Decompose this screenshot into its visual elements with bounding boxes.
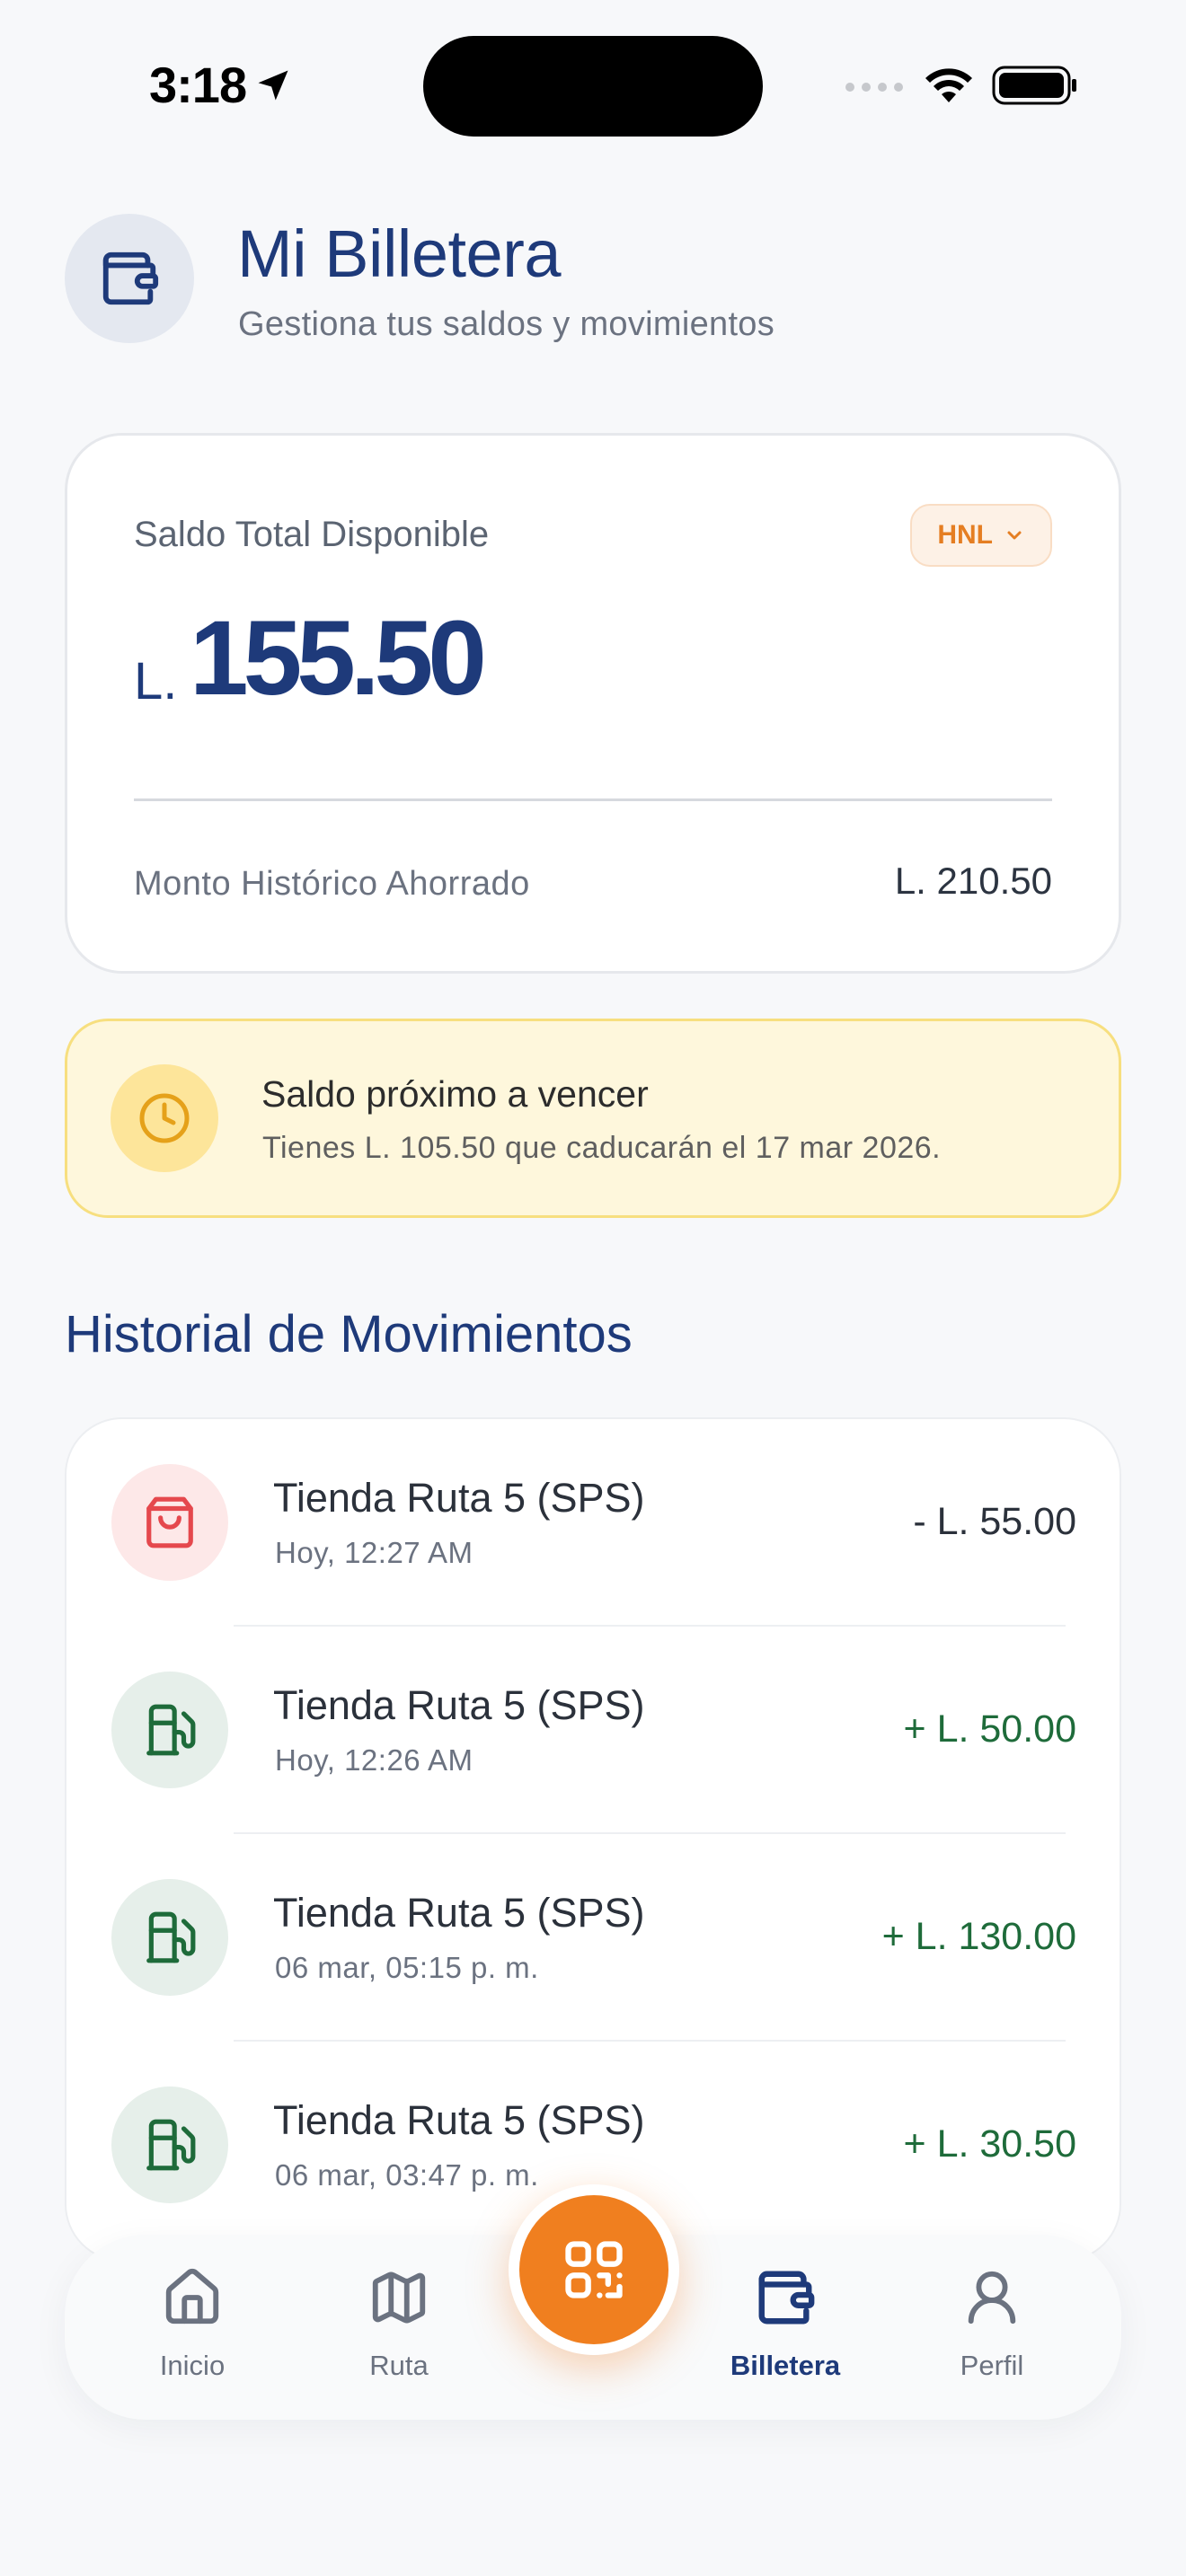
transaction-row[interactable]: Tienda Ruta 5 (SPS) 06 mar, 05:15 p. m. … (66, 1834, 1120, 2042)
status-bar-time: 3:18 (149, 56, 293, 114)
nav-item-ruta[interactable]: Ruta (309, 2262, 489, 2382)
wallet-screen: 3:18 Mi Billetera Gestiona tus saldos y … (0, 0, 1186, 2576)
balance-card: Saldo Total Disponible HNL L. 155.50 Mon… (65, 433, 1121, 974)
expiry-warning-banner[interactable]: Saldo próximo a vencer Tienes L. 105.50 … (65, 1019, 1121, 1218)
nav-label: Perfil (960, 2350, 1024, 2381)
nav-icon-wrap (695, 2262, 875, 2333)
scan-qr-button[interactable] (509, 2184, 679, 2355)
nav-item-inicio[interactable]: Inicio (102, 2262, 282, 2382)
history-saved-label: Monto Histórico Ahorrado (134, 865, 530, 903)
transaction-date: 06 mar, 03:47 p. m. (275, 2158, 539, 2192)
expiry-text: Tienes L. 105.50 que caducarán el 17 mar… (262, 1131, 942, 1165)
wallet-icon (758, 2271, 815, 2325)
home-icon (165, 2268, 219, 2325)
location-arrow-icon (258, 70, 288, 100)
transaction-icon-badge (111, 2086, 228, 2203)
transaction-date: 06 mar, 05:15 p. m. (275, 1951, 539, 1984)
nav-icon-wrap (102, 2262, 282, 2333)
chevron-down-icon (1007, 531, 1022, 540)
page-subtitle: Gestiona tus saldos y movimientos (238, 305, 775, 343)
status-time-text: 3:18 (149, 57, 247, 113)
transaction-date: Hoy, 12:27 AM (275, 1536, 474, 1569)
nav-icon-wrap (902, 2262, 1082, 2333)
transactions-section-title: Historial de Movimientos (65, 1305, 633, 1363)
qr-code-icon (565, 2241, 623, 2298)
nav-label: Billetera (730, 2350, 841, 2381)
shopping-bag-icon (146, 1496, 193, 1548)
scan-qr-button-inner (519, 2195, 668, 2344)
clock-icon (139, 1093, 190, 1143)
status-bar-indicators (843, 65, 1078, 106)
nav-label: Inicio (159, 2350, 226, 2381)
transaction-row[interactable]: Tienda Ruta 5 (SPS) Hoy, 12:27 AM - L. 5… (66, 1419, 1120, 1627)
transaction-amount: + L. 30.50 (903, 2122, 1076, 2166)
dynamic-island (423, 36, 763, 137)
page-title: Mi Billetera (237, 216, 562, 291)
currency-code: HNL (937, 520, 993, 550)
nav-item-billetera[interactable]: Billetera (695, 2262, 875, 2382)
transaction-merchant: Tienda Ruta 5 (SPS) (273, 1475, 645, 1521)
balance-currency-prefix: L. (134, 652, 178, 710)
fuel-pump-icon (146, 1911, 196, 1963)
transactions-list: Tienda Ruta 5 (SPS) Hoy, 12:27 AM - L. 5… (65, 1417, 1121, 2262)
nav-item-perfil[interactable]: Perfil (902, 2262, 1082, 2382)
user-icon (968, 2271, 1016, 2325)
transaction-amount: - L. 55.00 (913, 1500, 1076, 1543)
fuel-pump-icon (146, 2119, 196, 2171)
wallet-icon (102, 251, 159, 305)
nav-label: Ruta (369, 2350, 429, 2381)
balance-amount: 155.50 (190, 599, 487, 718)
header-wallet-badge (65, 214, 194, 343)
balance-label: Saldo Total Disponible (134, 515, 490, 554)
transaction-merchant: Tienda Ruta 5 (SPS) (273, 1890, 645, 1936)
transaction-row[interactable]: Tienda Ruta 5 (SPS) Hoy, 12:26 AM + L. 5… (66, 1627, 1120, 1834)
history-saved-value: L. 210.50 (894, 860, 1052, 902)
transaction-icon-badge (111, 1464, 228, 1581)
transaction-date: Hoy, 12:26 AM (275, 1743, 474, 1777)
expiry-title: Saldo próximo a vencer (261, 1073, 649, 1115)
map-icon (372, 2272, 426, 2324)
transaction-icon-badge (111, 1672, 228, 1788)
signal-icon (845, 83, 903, 92)
fuel-pump-icon (146, 1704, 196, 1756)
expiry-icon-badge (111, 1064, 218, 1172)
currency-selector[interactable]: HNL (910, 504, 1052, 567)
transaction-icon-badge (111, 1879, 228, 1996)
nav-icon-wrap (309, 2262, 489, 2333)
card-divider (134, 798, 1052, 801)
transaction-merchant: Tienda Ruta 5 (SPS) (273, 1682, 645, 1728)
wifi-icon (925, 68, 972, 102)
battery-icon (992, 66, 1076, 105)
transaction-merchant: Tienda Ruta 5 (SPS) (273, 2097, 645, 2143)
transaction-amount: + L. 50.00 (903, 1707, 1076, 1751)
transaction-amount: + L. 130.00 (881, 1915, 1076, 1958)
